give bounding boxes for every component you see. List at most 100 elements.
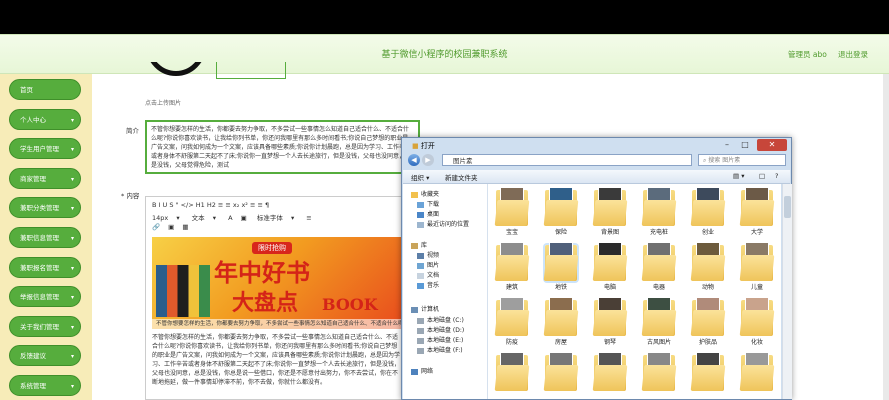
editor-toolbar-row1[interactable]: B I U S " </> H1 H2 ≡ ≡ x₂ x² ≡ ≡ ¶ bbox=[152, 201, 269, 209]
sidebar-item[interactable]: 学生用户管理 ▾ bbox=[9, 138, 81, 160]
sidebar-item[interactable]: 兼职报名管理 ▾ bbox=[9, 256, 81, 278]
folder-front bbox=[543, 310, 579, 336]
font-color-icon[interactable]: A bbox=[228, 214, 232, 222]
folder-item[interactable]: 保险 bbox=[541, 186, 581, 238]
back-arrow-icon[interactable]: ◀ bbox=[408, 154, 420, 166]
folder-item[interactable] bbox=[590, 351, 630, 399]
folder-item[interactable]: 房屋 bbox=[541, 296, 581, 348]
folder-item[interactable]: 大学 bbox=[737, 186, 777, 238]
folder-item[interactable]: 电器 bbox=[639, 241, 679, 293]
nav-downloads[interactable]: 下载 bbox=[417, 199, 439, 208]
folder-item[interactable]: 化妆 bbox=[737, 296, 777, 348]
search-input[interactable]: ⌕ 搜索 图片素 bbox=[698, 154, 786, 166]
sidebar-item[interactable]: 兼职分类管理 ▾ bbox=[9, 197, 81, 219]
sidebar-item[interactable]: 关于我们管理 ▾ bbox=[9, 315, 81, 337]
folder-item[interactable]: 古风图片 bbox=[639, 296, 679, 348]
sidebar-item[interactable]: 系统管理 ▾ bbox=[9, 375, 81, 396]
nav-disk-e[interactable]: 本地磁盘 (E:) bbox=[417, 335, 463, 344]
nav-disk-f[interactable]: 本地磁盘 (F:) bbox=[417, 345, 463, 354]
close-button[interactable]: ✕ bbox=[757, 139, 787, 151]
nav-desktop[interactable]: 桌面 bbox=[417, 209, 439, 218]
chevron-down-icon: ▾ bbox=[70, 146, 74, 154]
folder-item[interactable]: 地铁 bbox=[541, 241, 581, 293]
rich-text-editor[interactable]: B I U S " </> H1 H2 ≡ ≡ x₂ x² ≡ ≡ ¶ 14px… bbox=[145, 196, 405, 400]
logout-link[interactable]: 退出登录 bbox=[838, 49, 868, 60]
folder-item[interactable]: 建筑 bbox=[492, 241, 532, 293]
forward-arrow-icon[interactable]: ▶ bbox=[422, 154, 434, 166]
folder-item[interactable] bbox=[639, 351, 679, 399]
upload-box[interactable] bbox=[216, 62, 286, 79]
folder-grid: 宝宝 保险 背景图 充电桩 创业 大学建筑 地铁 电脑 电器 动物 儿童防疫 房屋 钢琴 古风图片 护肤品 化… bbox=[488, 184, 781, 399]
nav-libraries[interactable]: 库 bbox=[411, 240, 427, 249]
organize-button[interactable]: 组织 ▾ bbox=[411, 172, 429, 182]
nav-documents[interactable]: 文档 bbox=[417, 270, 439, 279]
nav-computer[interactable]: 计算机 bbox=[411, 304, 439, 313]
sidebar-item-label: 兼职信息管理 bbox=[20, 234, 59, 242]
sidebar-item-label: 个人中心 bbox=[20, 115, 46, 124]
folder-item[interactable] bbox=[688, 351, 728, 399]
folder-item[interactable]: 创业 bbox=[688, 186, 728, 238]
nav-favorites[interactable]: 收藏夹 bbox=[411, 189, 439, 198]
folder-item[interactable]: 背景图 bbox=[590, 186, 630, 238]
paragraph-select[interactable]: 文本 bbox=[192, 214, 205, 222]
sidebar-item[interactable]: 举报信息管理 ▾ bbox=[9, 286, 81, 308]
help-icon[interactable]: ? bbox=[775, 172, 778, 180]
new-folder-button[interactable]: 新建文件夹 bbox=[445, 172, 478, 182]
font-size-select[interactable]: 14px bbox=[152, 214, 168, 222]
sidebar-item[interactable]: 反馈建议 ▾ bbox=[9, 345, 81, 367]
folder-item[interactable]: 护肤品 bbox=[688, 296, 728, 348]
page-scrollbar[interactable] bbox=[883, 74, 889, 400]
folder-item[interactable] bbox=[492, 351, 532, 399]
sidebar-item-label: 举报信息管理 bbox=[20, 293, 59, 302]
sidebar-item[interactable]: 兼职信息管理 ▾ bbox=[9, 227, 81, 248]
nav-music[interactable]: 音乐 bbox=[417, 280, 439, 289]
folder-front bbox=[543, 200, 579, 226]
address-bar[interactable]: 图片素 bbox=[442, 154, 692, 166]
maximize-button[interactable]: □ bbox=[738, 139, 752, 151]
folder-item[interactable]: 钢琴 bbox=[590, 296, 630, 348]
editor-body-text[interactable]: 不管你想要怎样的生活，你都要去努力争取，不多尝试一些事情怎么知道自己适合什么、不… bbox=[152, 333, 402, 387]
link-icon[interactable]: 🔗 bbox=[152, 223, 160, 231]
view-icon[interactable]: ▤ ▾ bbox=[733, 172, 744, 180]
nav-recent[interactable]: 最近访问的位置 bbox=[417, 219, 469, 228]
preview-pane-icon[interactable]: □ bbox=[759, 172, 765, 180]
nav-videos[interactable]: 视频 bbox=[417, 250, 439, 259]
align-icon[interactable]: ≡ bbox=[306, 214, 311, 222]
nav-disk-c[interactable]: 本地磁盘 (C:) bbox=[417, 315, 464, 324]
chevron-down-icon: ▾ bbox=[70, 353, 74, 361]
folder-item[interactable]: 防疫 bbox=[492, 296, 532, 348]
folder-item[interactable]: 儿童 bbox=[737, 241, 777, 293]
font-family-select[interactable]: 标准字体 bbox=[257, 214, 283, 222]
folder-label: 保险 bbox=[554, 229, 567, 236]
minimize-button[interactable]: – bbox=[720, 139, 734, 151]
image-icon[interactable]: ▣ bbox=[168, 223, 174, 231]
dialog-scrollbar[interactable] bbox=[782, 184, 792, 399]
folder-item[interactable]: 电脑 bbox=[590, 241, 630, 293]
scroll-thumb[interactable] bbox=[784, 196, 791, 218]
folder-front bbox=[739, 310, 775, 336]
picture-icon bbox=[417, 262, 424, 269]
nav-disk-d[interactable]: 本地磁盘 (D:) bbox=[417, 325, 464, 334]
nav-pictures[interactable]: 图片 bbox=[417, 260, 439, 269]
avatar-image[interactable] bbox=[146, 62, 208, 78]
folder-item[interactable] bbox=[737, 351, 777, 399]
disk-icon bbox=[417, 347, 424, 354]
folder-item[interactable] bbox=[541, 351, 581, 399]
chevron-down-icon: ▾ bbox=[70, 383, 74, 390]
sidebar-item[interactable]: 商家管理 ▾ bbox=[9, 167, 81, 189]
folder-item[interactable]: 动物 bbox=[688, 241, 728, 293]
folder-item[interactable]: 宝宝 bbox=[492, 186, 532, 238]
sidebar-item-label: 学生用户管理 bbox=[20, 145, 59, 154]
folder-front bbox=[592, 365, 628, 391]
highlight-icon[interactable]: ▣ bbox=[241, 214, 247, 222]
folder-item[interactable]: 充电桩 bbox=[639, 186, 679, 238]
table-icon[interactable]: ▦ bbox=[182, 223, 188, 231]
sidebar-item[interactable]: 首页 bbox=[9, 79, 81, 100]
app-header: 基于微信小程序的校园兼职系统 管理员 abo 退出登录 bbox=[0, 34, 889, 75]
folder-label: 化妆 bbox=[750, 339, 763, 346]
desktop-icon bbox=[417, 211, 424, 218]
editor-toolbar-row2: 14px ▾ 文本 ▾ A ▣ 标准字体 ▾ ≡ bbox=[152, 212, 312, 222]
intro-textarea[interactable]: 不管你想要怎样的生活，你都要去努力争取，不多尝试一些事情怎么知道自己适合什么、不… bbox=[145, 120, 420, 174]
sidebar-item[interactable]: 个人中心 ▾ bbox=[9, 108, 81, 130]
nav-network[interactable]: 网络 bbox=[411, 366, 433, 375]
